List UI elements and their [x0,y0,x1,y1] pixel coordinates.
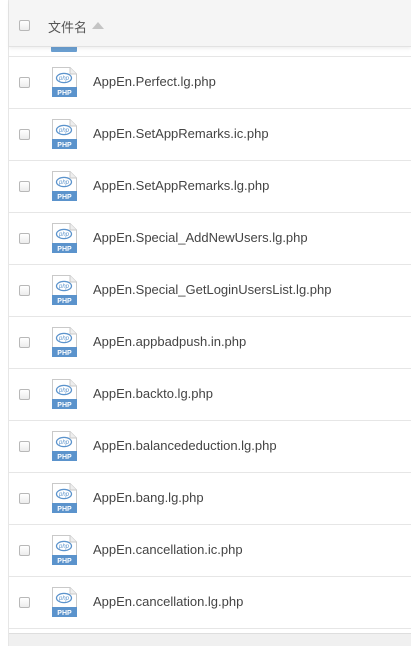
svg-text:PHP: PHP [57,246,72,253]
file-name[interactable]: AppEn.Special_GetLoginUsersList.lg.php [93,282,331,297]
file-row[interactable]: php PHP AppEn.SetAppRemarks.lg.php [9,161,411,213]
svg-text:PHP: PHP [57,90,72,97]
php-file-icon: php PHP [52,483,77,513]
file-list-panel: 文件名 php PHP AppEn.Perfect.lg.php php PHP… [0,0,411,646]
row-checkbox[interactable] [19,441,30,452]
svg-text:php: php [58,492,70,498]
table-header: 文件名 [9,0,411,47]
file-row[interactable]: php PHP AppEn.Perfect.lg.php [9,57,411,109]
svg-text:PHP: PHP [57,350,72,357]
sort-ascending-icon[interactable] [92,22,104,29]
svg-text:PHP: PHP [57,402,72,409]
file-row[interactable]: php PHP AppEn.Special_AddNewUsers.lg.php [9,213,411,265]
select-all-checkbox[interactable] [19,20,30,31]
php-file-icon: php PHP [52,67,77,97]
svg-text:php: php [58,284,70,290]
file-name[interactable]: AppEn.balancededuction.lg.php [93,438,277,453]
column-header-filename[interactable]: 文件名 [48,17,87,36]
file-name[interactable]: AppEn.bang.lg.php [93,490,204,505]
svg-text:PHP: PHP [57,454,72,461]
file-name[interactable]: AppEn.Perfect.lg.php [93,74,216,89]
row-checkbox[interactable] [19,233,30,244]
file-name[interactable]: AppEn.Special_AddNewUsers.lg.php [93,230,308,245]
svg-text:php: php [58,440,70,446]
file-row[interactable]: php PHP AppEn.SetAppRemarks.ic.php [9,109,411,161]
file-name[interactable]: AppEn.cancellation.ic.php [93,542,243,557]
partial-row-above [9,46,411,57]
php-file-icon: php PHP [52,431,77,461]
php-file-icon: php PHP [52,327,77,357]
file-row[interactable]: php PHP AppEn.bang.lg.php [9,473,411,525]
file-list: php PHP AppEn.Perfect.lg.php php PHP App… [9,57,411,629]
file-row[interactable]: php PHP AppEn.Special_GetLoginUsersList.… [9,265,411,317]
row-checkbox[interactable] [19,129,30,140]
file-name[interactable]: AppEn.SetAppRemarks.lg.php [93,178,269,193]
php-file-icon: php PHP [52,379,77,409]
svg-text:PHP: PHP [57,298,72,305]
svg-text:php: php [58,388,70,394]
php-file-icon: php PHP [52,119,77,149]
svg-text:php: php [58,336,70,342]
row-checkbox[interactable] [19,389,30,400]
file-row[interactable]: php PHP AppEn.cancellation.lg.php [9,577,411,629]
file-name[interactable]: AppEn.cancellation.lg.php [93,594,243,609]
row-checkbox[interactable] [19,181,30,192]
php-file-icon: php PHP [52,587,77,617]
file-row[interactable]: php PHP AppEn.balancededuction.lg.php [9,421,411,473]
svg-text:php: php [58,596,70,602]
file-row[interactable]: php PHP AppEn.cancellation.ic.php [9,525,411,577]
row-checkbox[interactable] [19,545,30,556]
svg-text:PHP: PHP [57,142,72,149]
file-name[interactable]: AppEn.SetAppRemarks.ic.php [93,126,269,141]
file-name[interactable]: AppEn.appbadpush.in.php [93,334,246,349]
php-file-icon: php PHP [52,535,77,565]
file-row[interactable]: php PHP AppEn.appbadpush.in.php [9,317,411,369]
svg-text:PHP: PHP [57,506,72,513]
row-checkbox[interactable] [19,337,30,348]
svg-text:php: php [58,544,70,550]
row-checkbox[interactable] [19,597,30,608]
row-checkbox[interactable] [19,493,30,504]
row-checkbox[interactable] [19,285,30,296]
php-file-icon: php PHP [52,223,77,253]
svg-text:PHP: PHP [57,558,72,565]
file-row[interactable]: php PHP AppEn.backto.lg.php [9,369,411,421]
file-name[interactable]: AppEn.backto.lg.php [93,386,213,401]
svg-text:PHP: PHP [57,610,72,617]
svg-text:PHP: PHP [57,194,72,201]
svg-text:php: php [58,76,70,82]
partial-row-below [9,633,411,646]
php-file-icon: php PHP [52,171,77,201]
svg-text:php: php [58,180,70,186]
svg-text:php: php [58,232,70,238]
svg-text:php: php [58,128,70,134]
row-checkbox[interactable] [19,77,30,88]
php-file-icon: php PHP [52,275,77,305]
